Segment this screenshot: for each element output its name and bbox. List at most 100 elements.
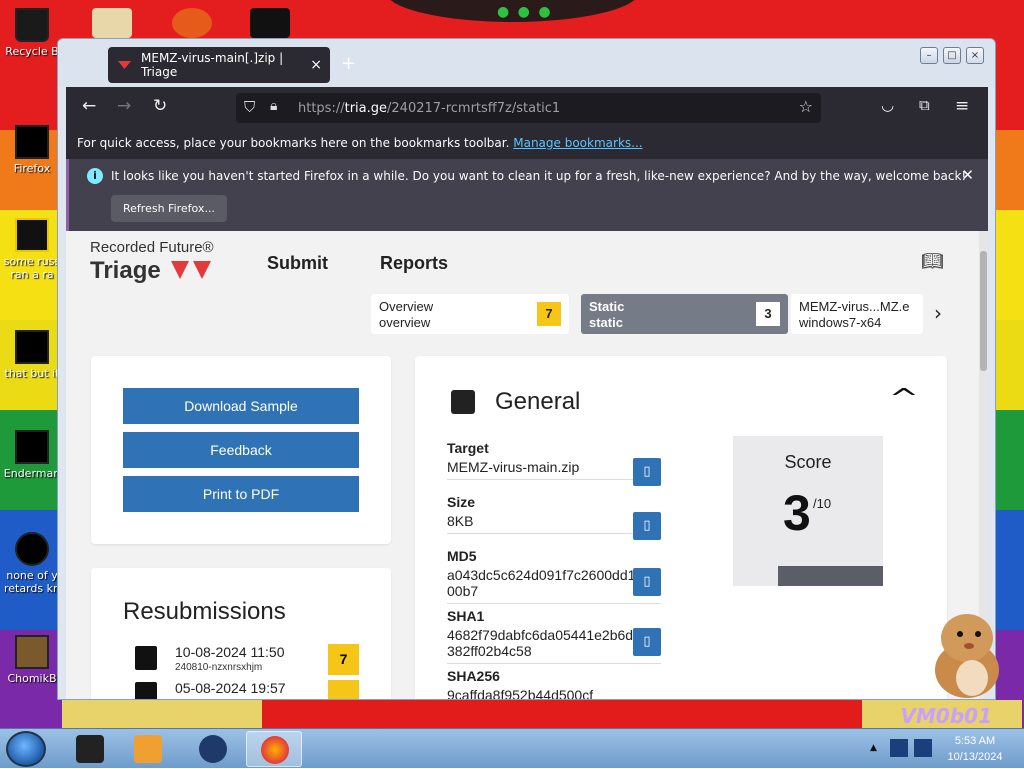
print-pdf-button[interactable]: Print to PDF xyxy=(123,476,359,512)
desktop-icon-that-but-it[interactable]: that but it xyxy=(0,330,64,380)
copy-target-button[interactable]: ▯ xyxy=(633,458,661,486)
score-bar xyxy=(778,566,883,586)
reload-icon[interactable]: ↻ xyxy=(153,96,167,116)
feedback-button[interactable]: Feedback xyxy=(123,432,359,468)
shield-icon[interactable]: ⛉ xyxy=(244,98,255,116)
field-size: Size 8KB xyxy=(447,494,661,534)
network-icon[interactable] xyxy=(890,739,908,757)
desktop-icon-firefox-top[interactable] xyxy=(172,8,212,38)
resubmission-score-badge xyxy=(328,680,359,699)
resubmission-score-badge: 7 xyxy=(328,644,359,675)
collapse-caret-icon[interactable]: ^ xyxy=(889,384,920,414)
taskbar-app-3[interactable] xyxy=(185,731,241,767)
field-sha1: SHA1 4682f79dabfc6da05441e2b6d820382ff02b… xyxy=(447,608,661,664)
desktop-icon-chomikb[interactable]: ChomikB xyxy=(0,635,64,685)
volume-icon[interactable] xyxy=(914,739,932,757)
desktop-icon-top-3[interactable] xyxy=(250,8,290,38)
navigation-toolbar: ← → ↻ ⛉ 🔒︎ https://tria.ge/240217-rcmrts… xyxy=(66,87,988,131)
overview-score-badge: 7 xyxy=(537,302,561,326)
clock[interactable]: 5:53 AM 10/13/2024 xyxy=(940,733,1010,765)
desktop-icon-firefox[interactable]: Firefox xyxy=(0,125,64,175)
url-host: tria.ge xyxy=(344,100,388,116)
triage-page: Recorded Future® Triage Submit Reports 📖… xyxy=(66,231,979,700)
score-value: 3 xyxy=(783,485,811,541)
chevron-right-icon[interactable]: › xyxy=(934,301,942,325)
new-tab-icon[interactable]: + xyxy=(341,53,356,74)
pocket-icon[interactable]: ◡ xyxy=(881,96,894,114)
tab-title: MEMZ-virus-main[.]zip | Triage xyxy=(141,51,284,79)
url-prefix: https:// xyxy=(298,100,345,116)
nav-submit[interactable]: Submit xyxy=(267,253,328,274)
extensions-icon[interactable]: ⧉ xyxy=(919,96,930,114)
download-sample-button[interactable]: Download Sample xyxy=(123,388,359,424)
resubmissions-title: Resubmissions xyxy=(123,598,286,625)
manage-bookmarks-link[interactable]: Manage bookmarks... xyxy=(513,136,642,150)
wallpaper-dots: ● ● ● xyxy=(497,4,553,20)
nav-reports[interactable]: Reports xyxy=(380,253,448,274)
tray-expand-icon[interactable]: ▲ xyxy=(870,743,877,753)
desktop-icon-enderman[interactable]: Enderman xyxy=(0,430,64,480)
triage-favicon-icon xyxy=(118,61,132,69)
close-window-button[interactable]: × xyxy=(966,47,984,64)
copy-md5-button[interactable]: ▯ xyxy=(633,568,661,596)
taskbar-media-player[interactable] xyxy=(120,731,176,767)
url-bar[interactable]: ⛉ 🔒︎ https://tria.ge/240217-rcmrtsff7z/s… xyxy=(236,93,821,123)
tab-close-icon[interactable]: × xyxy=(310,57,322,73)
score-max: /10 xyxy=(813,496,832,511)
field-md5: MD5 a043dc5c624d091f7c2600dd18b300b7 xyxy=(447,548,661,604)
globe-icon xyxy=(199,735,227,763)
general-card: General ^ Target MEMZ-virus-main.zip ▯ Si… xyxy=(415,356,947,700)
firefox-icon xyxy=(261,736,289,764)
brand-triage-logo[interactable]: Triage xyxy=(90,257,161,285)
clock-date: 10/13/2024 xyxy=(947,751,1003,763)
desktop-icon-folder[interactable] xyxy=(92,8,132,38)
general-title: General xyxy=(495,388,581,415)
notification-close-icon[interactable]: ✕ xyxy=(961,166,974,184)
minimize-button[interactable]: – xyxy=(920,47,938,64)
score-box: Score 3 /10 xyxy=(733,436,883,586)
actions-card: Download Sample Feedback Print to PDF xyxy=(91,356,391,544)
resubmission-row[interactable]: 05-08-2024 19:57 xyxy=(135,678,375,699)
bookmarks-hint: For quick access, place your bookmarks h… xyxy=(77,136,510,150)
field-target: Target MEMZ-virus-main.zip xyxy=(447,440,661,480)
static-score-badge: 3 xyxy=(756,302,780,326)
back-arrow-icon[interactable]: ← xyxy=(82,96,96,116)
info-icon: i xyxy=(87,168,103,184)
resubmission-row[interactable]: 10-08-2024 11:50 240810-nzxnrsxhjm 7 xyxy=(135,642,375,676)
browser-tab-active[interactable]: MEMZ-virus-main[.]zip | Triage × xyxy=(108,47,330,83)
file-icon xyxy=(135,646,157,670)
url-path: /240217-rcmrtsff7z/static1 xyxy=(387,100,561,116)
taskbar: ▲ 5:53 AM 10/13/2024 xyxy=(0,728,1024,768)
bookmarks-toolbar: For quick access, place your bookmarks h… xyxy=(66,131,988,159)
brand-recorded-future: Recorded Future® xyxy=(90,239,214,256)
tab-memz-windows7[interactable]: MEMZ-virus...MZ.e windows7-x64 xyxy=(791,294,923,334)
refresh-notification-bar: i It looks like you haven't started Fire… xyxy=(66,159,988,231)
refresh-firefox-button[interactable]: Refresh Firefox... xyxy=(111,195,227,222)
taskbar-firefox[interactable] xyxy=(246,731,302,767)
tab-bar: MEMZ-virus-main[.]zip | Triage × + – □ × xyxy=(58,39,995,87)
taskbar-app-1[interactable] xyxy=(62,731,118,767)
copy-sha1-button[interactable]: ▯ xyxy=(633,628,661,656)
desktop-icon-recycle-bin[interactable]: Recycle B xyxy=(0,8,64,58)
triage-chevron-logo-icon xyxy=(171,261,211,279)
lock-icon[interactable]: 🔒︎ xyxy=(270,98,277,114)
file-icon xyxy=(135,682,157,699)
tab-static[interactable]: Static static 3 xyxy=(581,294,788,334)
wallpaper-text: VM0b01 xyxy=(900,704,992,728)
bookmark-star-icon[interactable]: ☆ xyxy=(799,97,813,116)
desktop-icon-none-of-y[interactable]: none of y retards kn xyxy=(0,532,64,595)
forward-arrow-icon[interactable]: → xyxy=(117,96,131,116)
score-label: Score xyxy=(784,452,832,472)
desktop-icon-some-russ[interactable]: some russ ran a ra xyxy=(0,218,64,281)
copy-size-button[interactable]: ▯ xyxy=(633,512,661,540)
hamster-image xyxy=(935,614,999,698)
clock-time: 5:53 AM xyxy=(954,735,996,747)
start-button[interactable] xyxy=(6,731,46,767)
maximize-button[interactable]: □ xyxy=(943,47,961,64)
firefox-window: MEMZ-virus-main[.]zip | Triage × + – □ ×… xyxy=(57,38,996,700)
notification-text: It looks like you haven't started Firefo… xyxy=(111,169,967,183)
tab-overview[interactable]: Overview overview 7 xyxy=(371,294,569,334)
field-sha256: SHA256 9caffda8f952b44d500cf xyxy=(447,668,594,700)
docs-book-icon[interactable]: 📖︎ xyxy=(921,251,944,272)
menu-icon[interactable]: ≡ xyxy=(955,96,969,116)
